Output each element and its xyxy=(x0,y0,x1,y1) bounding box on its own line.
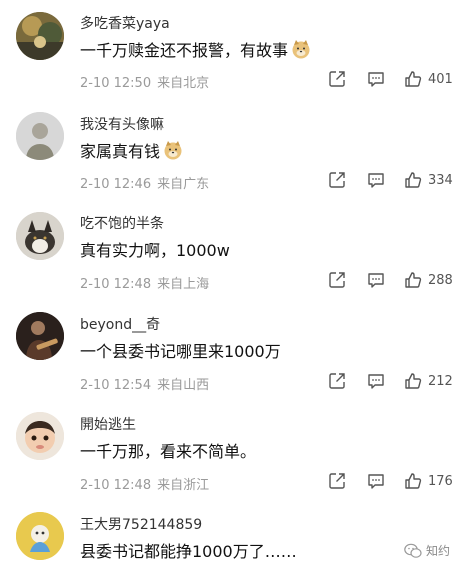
comment-icon xyxy=(368,374,384,389)
share-button[interactable] xyxy=(328,271,346,289)
avatar[interactable] xyxy=(16,512,64,560)
comment-meta: 2-10 12:48 来自上海 xyxy=(80,273,209,292)
comment-icon xyxy=(368,72,384,87)
share-icon xyxy=(329,373,345,389)
thumbs-up-icon xyxy=(405,373,422,389)
comment-location: 来自山西 xyxy=(157,378,210,393)
comment-text-content: 县委书记都能挣1000万了…… xyxy=(80,542,297,561)
avatar[interactable] xyxy=(16,212,64,260)
comment-text: 一千万赎金还不报警，有故事 xyxy=(80,37,311,61)
comment-location: 来自北京 xyxy=(157,76,210,91)
avatar[interactable] xyxy=(16,412,64,460)
like-count: 334 xyxy=(428,172,453,188)
comment-item: beyond__奇 一个县委书记哪里来1000万 2-10 12:54 来自山西 … xyxy=(0,300,470,400)
comment-username[interactable]: 吃不饱的半条 xyxy=(80,213,164,233)
share-button[interactable] xyxy=(328,472,346,490)
comment-location: 来自上海 xyxy=(157,277,210,292)
comment-username[interactable]: 多吃香菜yaya xyxy=(80,13,170,33)
watermark: 知约 xyxy=(404,542,450,559)
reply-button[interactable] xyxy=(367,171,385,189)
comment-time: 2-10 12:46 xyxy=(80,177,152,192)
like-count: 212 xyxy=(428,373,453,389)
avatar[interactable] xyxy=(16,312,64,360)
comment-item: 我没有头像嘛 家属真有钱 2-10 12:46 来自广东 334 xyxy=(0,101,470,201)
comment-location: 来自浙江 xyxy=(157,478,210,493)
share-icon xyxy=(329,71,345,87)
share-icon xyxy=(329,272,345,288)
thumbs-up-icon xyxy=(405,272,422,288)
thumbs-up-icon xyxy=(405,172,422,188)
comment-icon xyxy=(368,474,384,489)
share-icon xyxy=(329,172,345,188)
comment-meta: 2-10 12:54 来自山西 xyxy=(80,374,209,393)
comment-text-content: 真有实力啊，1000w xyxy=(80,241,230,260)
thumbs-up-icon xyxy=(405,473,422,489)
reply-button[interactable] xyxy=(367,472,385,490)
comment-icon xyxy=(368,173,384,188)
doge-emoji-icon xyxy=(164,141,182,160)
thumbs-up-icon xyxy=(405,71,422,87)
comment-time: 2-10 12:54 xyxy=(80,378,152,393)
comment-text: 县委书记都能挣1000万了…… xyxy=(80,538,297,562)
like-button[interactable]: 334 xyxy=(404,171,453,189)
comment-text: 一个县委书记哪里来1000万 xyxy=(80,338,281,362)
comment-item: 開始逃生 一千万那，看来不简单。 2-10 12:48 来自浙江 176 xyxy=(0,400,470,500)
comment-text-content: 一个县委书记哪里来1000万 xyxy=(80,342,281,361)
comment-text: 真有实力啊，1000w xyxy=(80,237,230,261)
comment-text-content: 一千万赎金还不报警，有故事 xyxy=(80,41,289,60)
like-count: 288 xyxy=(428,272,453,288)
watermark-label: 知约 xyxy=(426,544,451,558)
share-button[interactable] xyxy=(328,70,346,88)
share-button[interactable] xyxy=(328,372,346,390)
comment-username[interactable]: 我没有头像嘛 xyxy=(80,114,164,134)
avatar[interactable] xyxy=(16,112,64,160)
comment-text: 家属真有钱 xyxy=(80,138,183,162)
like-button[interactable]: 401 xyxy=(404,70,453,88)
comment-username[interactable]: 開始逃生 xyxy=(80,414,136,434)
comment-location: 来自广东 xyxy=(157,177,210,192)
like-count: 176 xyxy=(428,473,453,489)
comment-time: 2-10 12:48 xyxy=(80,478,152,493)
comment-text-content: 一千万那，看来不简单。 xyxy=(80,442,257,461)
reply-button[interactable] xyxy=(367,372,385,390)
comment-meta: 2-10 12:46 来自广东 xyxy=(80,173,209,192)
comment-item: 多吃香菜yaya 一千万赎金还不报警，有故事 2-10 12:50 来自北京 40… xyxy=(0,0,470,100)
comment-username[interactable]: beyond__奇 xyxy=(80,314,160,334)
comment-username[interactable]: 王大男752144859 xyxy=(80,514,202,534)
comment-meta: 2-10 12:50 来自北京 xyxy=(80,72,209,91)
like-button[interactable]: 176 xyxy=(404,472,453,490)
like-button[interactable]: 288 xyxy=(404,271,453,289)
comment-text-content: 家属真有钱 xyxy=(80,142,161,161)
reply-button[interactable] xyxy=(367,271,385,289)
comment-item: 王大男752144859 县委书记都能挣1000万了…… xyxy=(0,500,470,570)
comment-time: 2-10 12:48 xyxy=(80,277,152,292)
comment-time: 2-10 12:50 xyxy=(80,76,152,91)
like-button[interactable]: 212 xyxy=(404,372,453,390)
share-button[interactable] xyxy=(328,171,346,189)
comment-text: 一千万那，看来不简单。 xyxy=(80,438,256,462)
reply-button[interactable] xyxy=(367,70,385,88)
comment-item: 吃不饱的半条 真有实力啊，1000w 2-10 12:48 来自上海 288 xyxy=(0,200,470,300)
like-count: 401 xyxy=(428,71,453,87)
comment-list: 多吃香菜yaya 一千万赎金还不报警，有故事 2-10 12:50 来自北京 40… xyxy=(0,0,470,570)
wechat-icon xyxy=(404,543,422,558)
share-icon xyxy=(329,473,345,489)
comment-icon xyxy=(368,273,384,288)
avatar[interactable] xyxy=(16,12,64,60)
doge-emoji-icon xyxy=(292,40,310,59)
comment-meta: 2-10 12:48 来自浙江 xyxy=(80,474,209,493)
